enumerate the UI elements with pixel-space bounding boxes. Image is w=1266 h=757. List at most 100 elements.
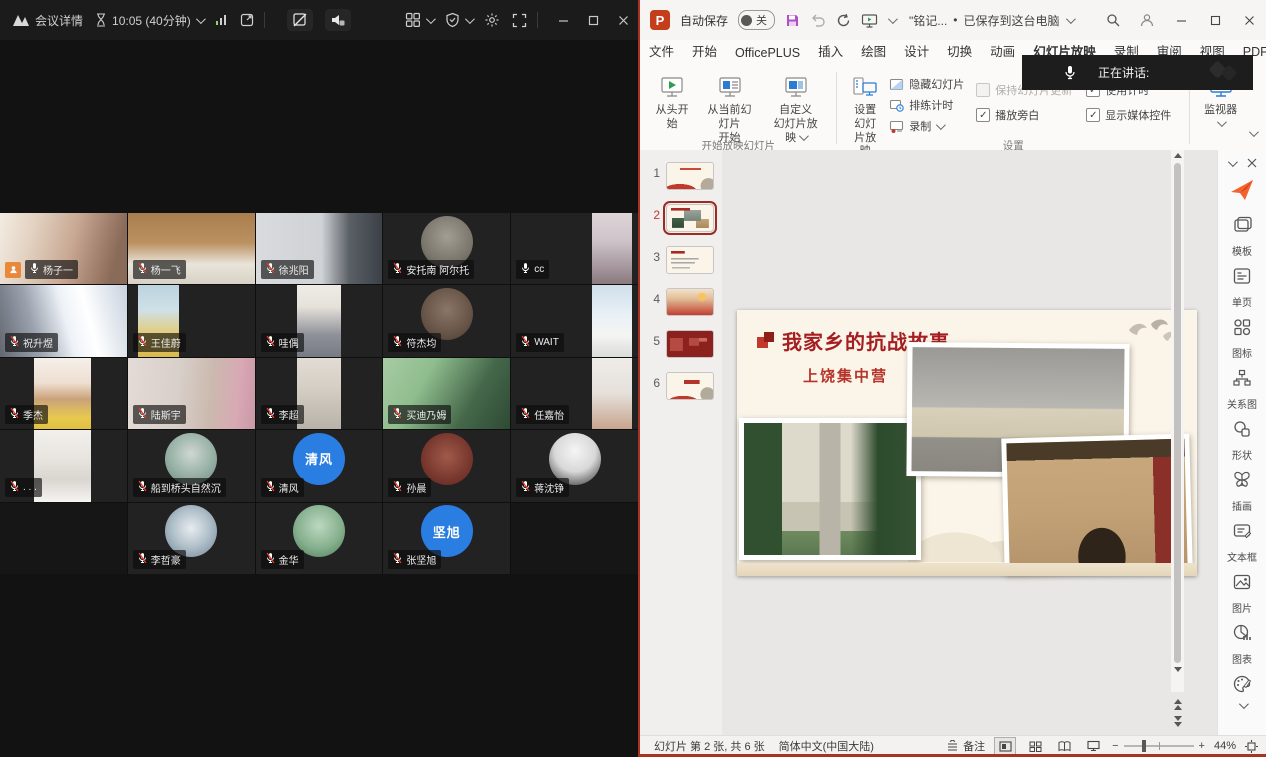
participant-tile[interactable]: 船到桥头自然沉 xyxy=(128,430,255,501)
meeting-minimize-button[interactable] xyxy=(548,0,578,40)
document-title[interactable]: "铭记... • 已保存到这台电脑 xyxy=(909,12,1072,29)
participant-tile[interactable]: cc xyxy=(511,213,638,284)
custom-slideshow-button[interactable]: 自定义幻灯片放映 xyxy=(763,72,829,148)
participant-tile[interactable]: 任嘉怡 xyxy=(511,358,638,429)
autosave-toggle[interactable]: 关 xyxy=(738,10,775,30)
fit-to-window-icon[interactable] xyxy=(1245,740,1258,753)
show-media-controls-checkbox[interactable]: ✓显示媒体控件 xyxy=(1086,107,1171,123)
participant-tile[interactable]: 杨子一 xyxy=(0,213,127,284)
tab-开始[interactable]: 开始 xyxy=(684,37,725,66)
slide-thumbnail-preview[interactable] xyxy=(666,330,714,358)
meeting-title[interactable]: 会议详情 xyxy=(35,12,83,29)
sidebar-item-插画[interactable]: 插画 xyxy=(1231,469,1253,513)
play-narrations-checkbox[interactable]: ✓播放旁白 xyxy=(976,107,1072,123)
record-button[interactable]: 录制 xyxy=(889,118,964,134)
participant-tile[interactable]: . . . xyxy=(0,430,127,501)
participant-tile[interactable]: 符杰均 xyxy=(383,285,510,356)
collapse-ribbon-button[interactable] xyxy=(1249,124,1256,142)
monument-photo[interactable] xyxy=(739,418,921,560)
slide-sorter-view-button[interactable] xyxy=(1025,738,1045,754)
participant-tile[interactable]: 坚旭张坚旭 xyxy=(383,503,510,574)
ppt-maximize-button[interactable] xyxy=(1198,0,1232,40)
participant-tile[interactable]: 金华 xyxy=(256,503,383,574)
zoom-slider-thumb[interactable] xyxy=(1142,740,1146,752)
participant-tile[interactable]: 买迪乃姆 xyxy=(383,358,510,429)
participant-tile[interactable]: 杨一飞 xyxy=(128,213,255,284)
vertical-scrollbar[interactable] xyxy=(1171,150,1184,692)
slide-thumbnail-preview[interactable] xyxy=(666,288,714,316)
security-shield-button[interactable] xyxy=(445,12,472,28)
tab-动画[interactable]: 动画 xyxy=(982,37,1023,66)
ppt-close-button[interactable] xyxy=(1232,0,1266,40)
participant-tile[interactable]: 李哲豪 xyxy=(128,503,255,574)
sidebar-item-palette[interactable] xyxy=(1231,673,1253,709)
sidebar-item-图表[interactable]: 图表 xyxy=(1231,622,1253,666)
participant-tile[interactable]: WAIT xyxy=(511,285,638,356)
popout-icon[interactable] xyxy=(240,13,254,27)
sidebar-item-关系图[interactable]: 关系图 xyxy=(1227,367,1257,411)
rehearse-timings-button[interactable]: 排练计时 xyxy=(889,97,964,113)
zoom-out-button[interactable]: − xyxy=(1112,740,1118,752)
old-building-photo[interactable] xyxy=(1001,434,1192,575)
normal-view-button[interactable] xyxy=(994,737,1016,755)
participant-tile[interactable]: 孙晨 xyxy=(383,430,510,501)
reading-view-button[interactable] xyxy=(1054,738,1074,754)
zoom-percentage[interactable]: 44% xyxy=(1214,740,1236,752)
sidebar-item-文本框[interactable]: 文本框 xyxy=(1227,520,1257,564)
slide-thumbnail-preview[interactable] xyxy=(666,204,714,232)
meeting-timer[interactable]: 10:05 (40分钟) xyxy=(95,12,203,29)
participant-tile[interactable]: 清风清风 xyxy=(256,430,383,501)
tab-设计[interactable]: 设计 xyxy=(896,37,937,66)
participant-tile[interactable]: 安托南 阿尔托 xyxy=(383,213,510,284)
participant-tile[interactable]: 蒋沈铮 xyxy=(511,430,638,501)
sidebar-item-形状[interactable]: 形状 xyxy=(1231,418,1253,462)
slide-thumbnail-1[interactable]: 1 xyxy=(648,162,722,190)
quick-access-dropdown[interactable] xyxy=(888,17,895,24)
sidebar-close-icon[interactable] xyxy=(1247,158,1257,168)
sidebar-item-单页[interactable]: 单页 xyxy=(1231,265,1253,309)
fullscreen-icon[interactable] xyxy=(512,13,527,28)
sidebar-item-图标[interactable]: 图标 xyxy=(1231,316,1253,360)
audio-lock-icon[interactable] xyxy=(325,9,351,31)
undo-button[interactable] xyxy=(810,13,826,27)
save-button[interactable] xyxy=(785,13,800,28)
sidebar-item-图片[interactable]: 图片 xyxy=(1231,571,1253,615)
account-icon[interactable] xyxy=(1130,0,1164,40)
next-slide-button[interactable] xyxy=(1174,716,1182,727)
participant-tile[interactable]: 季杰 xyxy=(0,358,127,429)
start-slideshow-button[interactable] xyxy=(861,13,878,28)
participant-tile[interactable]: 哇偶 xyxy=(256,285,383,356)
zoom-slider[interactable]: − + xyxy=(1112,740,1205,752)
tab-插入[interactable]: 插入 xyxy=(810,37,851,66)
notes-button[interactable]: 备注 xyxy=(946,738,985,754)
participant-tile[interactable]: 徐兆阳 xyxy=(256,213,383,284)
tab-文件[interactable]: 文件 xyxy=(641,37,682,66)
participant-tile[interactable]: 祝升煜 xyxy=(0,285,127,356)
slide-subtitle[interactable]: 上饶集中营 xyxy=(803,365,888,386)
participant-tile[interactable]: 陆斯宇 xyxy=(128,358,255,429)
meeting-maximize-button[interactable] xyxy=(578,0,608,40)
slide-thumbnail-6[interactable]: 6 xyxy=(648,372,722,400)
tab-切换[interactable]: 切换 xyxy=(939,37,980,66)
scrollbar-thumb[interactable] xyxy=(1174,163,1181,663)
participant-tile[interactable]: 王佳蔚 xyxy=(128,285,255,356)
tab-绘图[interactable]: 绘图 xyxy=(853,37,894,66)
language-status[interactable]: 简体中文(中国大陆) xyxy=(779,738,874,754)
slide-thumbnail-preview[interactable] xyxy=(666,246,714,274)
slide-editor[interactable]: 我家乡的抗战故事 上饶集中营 xyxy=(737,310,1197,576)
layout-grid-button[interactable] xyxy=(405,12,433,28)
slide-thumbnail-2[interactable]: 2 xyxy=(648,204,722,232)
slide-thumbnail-preview[interactable] xyxy=(666,372,714,400)
from-beginning-button[interactable]: 从头开始 xyxy=(648,72,696,135)
sidebar-collapse-icon[interactable] xyxy=(1227,157,1237,167)
redo-button[interactable] xyxy=(836,13,851,28)
annotation-off-icon[interactable] xyxy=(287,9,313,31)
slideshow-view-button[interactable] xyxy=(1083,738,1103,754)
sidebar-item-模板[interactable]: 模板 xyxy=(1231,214,1253,258)
tab-OfficePLUS[interactable]: OfficePLUS xyxy=(727,42,808,66)
slide-thumbnail-preview[interactable] xyxy=(666,162,714,190)
from-current-slide-button[interactable]: 从当前幻灯片开始 xyxy=(696,72,762,148)
zoom-in-button[interactable]: + xyxy=(1199,740,1205,752)
meeting-close-button[interactable] xyxy=(608,0,638,40)
hide-slide-button[interactable]: 隐藏幻灯片 xyxy=(889,76,964,92)
